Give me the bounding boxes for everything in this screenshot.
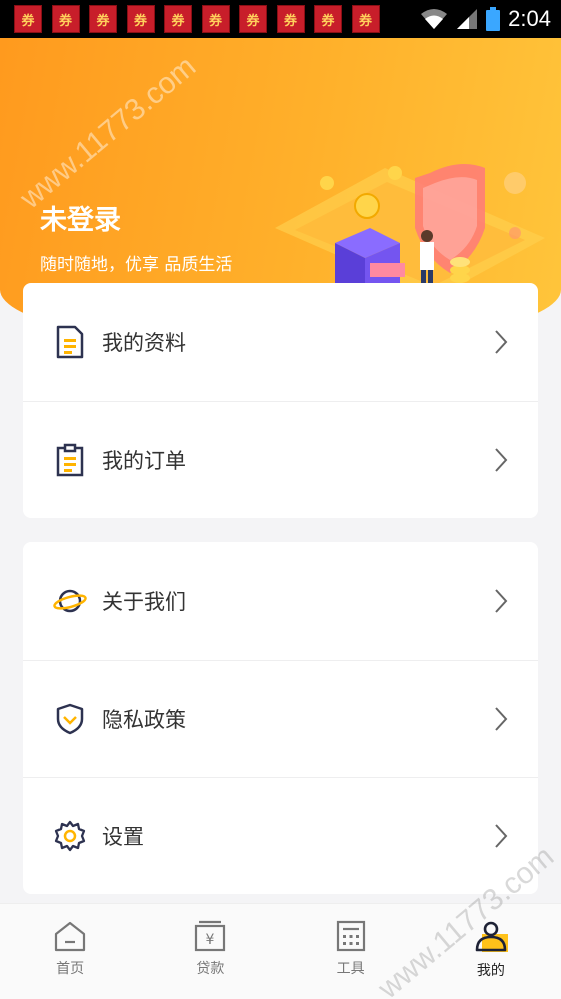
coupon-notification-icon: 券 — [201, 5, 230, 33]
coupon-notification-icon: 券 — [89, 5, 117, 33]
tab-mine[interactable]: 我的 — [421, 904, 561, 999]
menu-item-my-profile[interactable]: 我的资料 — [23, 283, 538, 401]
coupon-notification-icon: 券 — [276, 5, 305, 33]
tab-home[interactable]: 首页 — [0, 904, 140, 999]
menu-item-label: 关于我们 — [102, 589, 186, 614]
bottom-tab-bar: 首页 ¥ 贷款 工具 我的 — [0, 903, 561, 999]
menu-item-label: 隐私政策 — [102, 707, 186, 732]
tab-tools[interactable]: 工具 — [281, 904, 421, 999]
coupon-notification-icon: 券 — [351, 5, 380, 33]
chevron-right-icon — [495, 824, 508, 848]
coupon-notification-icon: 券 — [126, 5, 155, 33]
tab-label: 贷款 — [196, 961, 225, 977]
coupon-notification-icon: 券 — [164, 5, 192, 33]
signal-icon — [457, 9, 478, 29]
home-icon — [55, 921, 86, 952]
document-icon — [53, 325, 87, 359]
chevron-right-icon — [495, 448, 508, 472]
login-status[interactable]: 未登录 — [40, 198, 121, 237]
clock: 2:04 — [508, 6, 551, 31]
tab-label: 首页 — [56, 961, 85, 977]
tab-label: 我的 — [476, 963, 505, 979]
coupon-notification-icon: 券 — [14, 5, 42, 33]
menu-item-label: 我的订单 — [102, 448, 186, 473]
slogan: 随时随地，优享 品质生活 — [40, 255, 233, 275]
tab-loan[interactable]: ¥ 贷款 — [140, 904, 280, 999]
calculator-icon — [336, 920, 365, 952]
gear-icon — [53, 819, 87, 853]
menu-item-settings[interactable]: 设置 — [23, 777, 538, 895]
user-icon — [475, 921, 508, 952]
menu-card-account: 我的资料 我的订单 — [23, 283, 538, 518]
coupon-notification-icon: 券 — [51, 5, 80, 33]
wifi-icon — [421, 9, 448, 29]
status-bar: 券 券 券 券 券 券 券 券 券 券 2:04 — [0, 0, 561, 38]
menu-item-label: 我的资料 — [102, 330, 186, 355]
menu-card-general: 关于我们 隐私政策 设置 — [23, 542, 538, 894]
tab-label: 工具 — [336, 961, 365, 977]
menu-item-privacy-policy[interactable]: 隐私政策 — [23, 659, 538, 778]
svg-text:¥: ¥ — [206, 932, 215, 948]
menu-item-my-orders[interactable]: 我的订单 — [23, 400, 538, 519]
planet-icon — [53, 584, 87, 618]
battery-icon — [486, 7, 501, 31]
chevron-right-icon — [495, 707, 508, 731]
coupon-notification-icon: 券 — [314, 5, 342, 33]
chevron-right-icon — [495, 330, 508, 354]
shield-icon — [53, 702, 87, 736]
loan-icon: ¥ — [195, 920, 226, 952]
chevron-right-icon — [495, 589, 508, 613]
menu-item-about-us[interactable]: 关于我们 — [23, 542, 538, 660]
coupon-notification-icon: 券 — [239, 5, 267, 33]
menu-item-label: 设置 — [102, 825, 144, 850]
clipboard-icon — [53, 443, 87, 477]
